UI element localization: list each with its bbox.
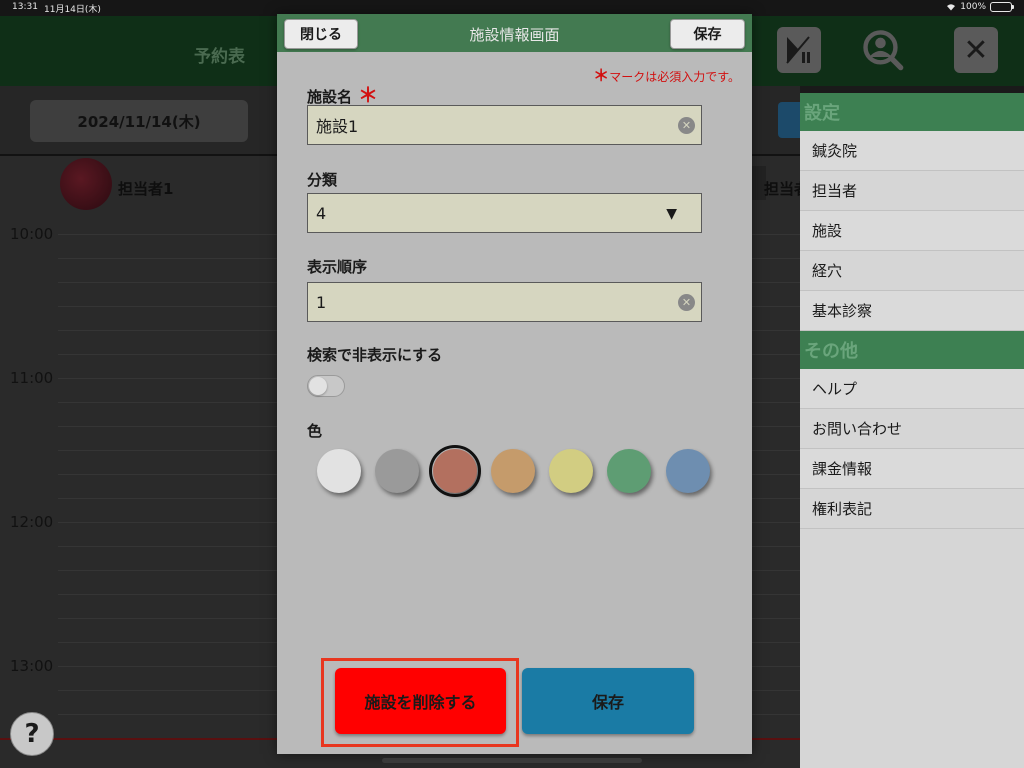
menu-item-basic-exam[interactable]: 基本診察	[800, 291, 1024, 331]
help-button[interactable]: ?	[10, 712, 54, 756]
color-label: 色	[307, 422, 323, 440]
category-value: 4	[316, 203, 327, 223]
menu-section-other: その他	[800, 331, 1024, 369]
category-select[interactable]: 4 ▼	[307, 193, 702, 233]
required-mark: ＊	[593, 66, 610, 85]
hide-in-search-toggle[interactable]	[307, 375, 345, 397]
menu-item-license[interactable]: 権利表記	[800, 489, 1024, 529]
color-swatch[interactable]	[317, 449, 361, 493]
facility-name-label-text: 施設名	[307, 88, 353, 106]
menu-item-acupoint[interactable]: 経穴	[800, 251, 1024, 291]
color-swatch[interactable]	[549, 449, 593, 493]
category-label: 分類	[307, 171, 338, 189]
staff-avatar	[60, 158, 112, 210]
schedule-title: 予約表	[194, 47, 245, 67]
clear-icon[interactable]: ✕	[678, 294, 695, 311]
menu-item-contact[interactable]: お問い合わせ	[800, 409, 1024, 449]
staff-name: 担当者1	[118, 180, 174, 198]
save-button[interactable]: 保存	[670, 19, 745, 49]
menu-item-help[interactable]: ヘルプ	[800, 369, 1024, 409]
dialog-header: 閉じる 施設情報画面 保存	[277, 14, 752, 52]
display-order-input[interactable]: 1 ✕	[307, 282, 702, 322]
menu-item-facility[interactable]: 施設	[800, 211, 1024, 251]
color-swatch[interactable]	[429, 445, 481, 497]
color-swatch[interactable]	[491, 449, 535, 493]
time-label: 11:00	[10, 369, 54, 387]
toggle-knob	[309, 377, 327, 395]
display-order-value: 1	[316, 292, 327, 312]
facility-info-dialog: 閉じる 施設情報画面 保存 ＊マークは必須入力です。 施設名＊ 施設1 ✕ 分類…	[277, 14, 752, 754]
status-right: 100%	[946, 2, 1014, 12]
clear-icon[interactable]: ✕	[678, 117, 695, 134]
menu-item-clinic[interactable]: 鍼灸院	[800, 131, 1024, 171]
menu-item-staff[interactable]: 担当者	[800, 171, 1024, 211]
time-label: 12:00	[10, 513, 54, 531]
menu-item-billing[interactable]: 課金情報	[800, 449, 1024, 489]
time-label: 10:00	[10, 225, 54, 243]
status-time: 13:31	[12, 2, 38, 12]
color-swatch[interactable]	[607, 449, 651, 493]
close-icon[interactable]: ✕	[954, 27, 998, 73]
required-note-text: マークは必須入力です。	[609, 70, 740, 84]
user-search-icon[interactable]	[862, 27, 906, 73]
dropdown-triangle-icon: ▼	[666, 206, 677, 222]
home-indicator	[382, 758, 642, 763]
color-swatch[interactable]	[375, 449, 419, 493]
battery-icon	[990, 2, 1014, 12]
color-swatch[interactable]	[666, 449, 710, 493]
wifi-icon	[946, 3, 956, 11]
facility-name-label: 施設名 ＊	[307, 79, 378, 108]
required-star: ＊	[358, 83, 379, 107]
required-note: ＊マークは必須入力です。	[593, 62, 740, 86]
facility-name-value: 施設1	[316, 117, 359, 136]
play-pause-icon[interactable]	[777, 27, 821, 73]
menu-section-settings: 設定	[800, 93, 1024, 131]
footer-save-button[interactable]: 保存	[522, 668, 694, 734]
facility-name-input[interactable]: 施設1 ✕	[307, 105, 702, 145]
battery-percent: 100%	[960, 2, 986, 12]
hide-in-search-label: 検索で非表示にする	[307, 346, 443, 364]
delete-facility-button[interactable]: 施設を削除する	[335, 668, 506, 734]
status-date: 11月14日(木)	[44, 5, 101, 15]
display-order-label: 表示順序	[307, 258, 368, 276]
date-button[interactable]: 2024/11/14(木)	[30, 100, 248, 142]
settings-menu: 設定 鍼灸院 担当者 施設 経穴 基本診察 その他 ヘルプ お問い合わせ 課金情…	[800, 93, 1024, 768]
time-label: 13:00	[10, 657, 54, 675]
